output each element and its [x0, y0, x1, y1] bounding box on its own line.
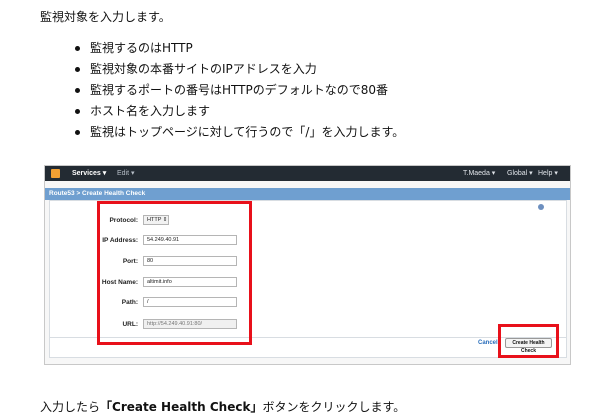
- edit-menu[interactable]: Edit ▾: [117, 169, 135, 177]
- aws-cube-icon: [51, 169, 60, 178]
- info-icon[interactable]: [538, 204, 544, 210]
- breadcrumb: Route53 > Create Health Check: [45, 188, 570, 200]
- closing-before: 入力したら: [40, 400, 101, 414]
- list-item: 監視するポートの番号はHTTPのデフォルトなので80番: [73, 80, 404, 101]
- intro-text: 監視対象を入力します。: [40, 10, 171, 24]
- user-menu[interactable]: T.Maeda ▾: [463, 169, 495, 177]
- form-highlight-box: [97, 201, 252, 345]
- list-item: 監視対象の本番サイトのIPアドレスを入力: [73, 59, 404, 80]
- closing-text: 入力したら「Create Health Check」ボタンをクリックします。: [40, 399, 405, 415]
- console-top-bar: Services ▾ Edit ▾ T.Maeda ▾ Global ▾ Hel…: [45, 166, 570, 181]
- bullet-list: 監視するのはHTTP 監視対象の本番サイトのIPアドレスを入力 監視するポートの…: [73, 38, 404, 143]
- closing-button-name: 「Create Health Check」: [100, 400, 263, 414]
- region-menu[interactable]: Global ▾: [507, 169, 533, 177]
- cancel-link[interactable]: Cancel: [478, 340, 498, 346]
- help-menu[interactable]: Help ▾: [538, 169, 558, 177]
- services-menu[interactable]: Services ▾: [72, 169, 106, 177]
- list-item: 監視するのはHTTP: [73, 38, 404, 59]
- list-item: 監視はトップページに対して行うので「/」を入力します。: [73, 122, 404, 143]
- closing-after: ボタンをクリックします。: [262, 400, 406, 414]
- button-highlight-box: [498, 324, 559, 358]
- list-item: ホスト名を入力します: [73, 101, 404, 122]
